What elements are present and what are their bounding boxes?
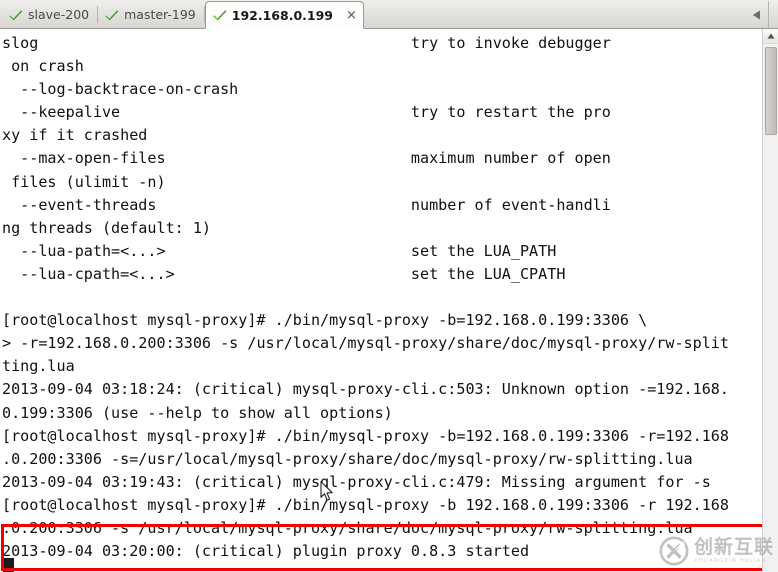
terminal-cursor bbox=[3, 558, 14, 572]
tab-master-199[interactable]: master-199 bbox=[98, 1, 205, 28]
terminal-line: ting.lua bbox=[2, 357, 75, 376]
terminal-line: .0.200:3306 -s=/usr/local/mysql-proxy/sh… bbox=[2, 449, 693, 468]
check-icon bbox=[105, 9, 119, 21]
terminal-line: xy if it crashed bbox=[2, 126, 148, 145]
tab-bar: slave-200 master-199 192.168.0.199 × bbox=[0, 0, 778, 29]
terminal-line: [root@localhost mysql-proxy]# ./bin/mysq… bbox=[2, 426, 729, 445]
scrollbar-thumb[interactable] bbox=[765, 47, 777, 135]
terminal-line: --lua-cpath=<...> set the LUA_CPATH bbox=[2, 264, 566, 283]
terminal-line: --keepalive try to restart the pro bbox=[2, 103, 611, 122]
watermark: 创新互联 CHUANGXIN HULIAN bbox=[659, 536, 774, 566]
terminal-line: [root@localhost mysql-proxy]# ./bin/mysq… bbox=[2, 311, 648, 330]
terminal-line: [root@localhost mysql-proxy]# ./bin/mysq… bbox=[2, 495, 729, 514]
tab-label: slave-200 bbox=[28, 7, 90, 22]
check-icon bbox=[9, 9, 23, 21]
terminal-line: > -r=192.168.0.200:3306 -s /usr/local/my… bbox=[2, 334, 729, 353]
vertical-scrollbar[interactable] bbox=[762, 29, 778, 572]
terminal-line: 2013-09-04 03:19:43: (critical) mysql-pr… bbox=[2, 472, 711, 491]
terminal-line: ng threads (default: 1) bbox=[2, 218, 212, 237]
terminal-text: slog try to invoke debugger on crash --l… bbox=[0, 29, 762, 563]
terminal-output-area[interactable]: slog try to invoke debugger on crash --l… bbox=[0, 29, 778, 572]
circle-x-logo-icon bbox=[659, 536, 689, 566]
terminal-line: 2013-09-04 03:20:00: (critical) plugin p… bbox=[2, 542, 530, 561]
terminal-line: 0.199:3306 (use --help to show all optio… bbox=[2, 403, 393, 422]
terminal-line: --lua-path=<...> set the LUA_PATH bbox=[2, 241, 557, 260]
terminal-line: on crash bbox=[2, 57, 84, 76]
tab-label: 192.168.0.199 bbox=[231, 7, 333, 23]
scrollbar-up-button[interactable] bbox=[763, 29, 778, 44]
tab-bar-right-edge bbox=[768, 1, 778, 28]
watermark-en-text: CHUANGXIN HULIAN bbox=[693, 557, 767, 564]
check-icon bbox=[213, 9, 227, 21]
terminal-line: --log-backtrace-on-crash bbox=[2, 80, 239, 99]
tab-close-icon[interactable]: × bbox=[346, 9, 357, 22]
terminal-line: --max-open-files maximum number of open bbox=[2, 149, 611, 168]
tab-label: master-199 bbox=[124, 7, 196, 22]
terminal-line: .0.200:3306 -s /usr/local/mysql-proxy/sh… bbox=[2, 518, 693, 537]
tab-slave-200[interactable]: slave-200 bbox=[2, 1, 99, 28]
terminal-window: slave-200 master-199 192.168.0.199 × slo… bbox=[0, 0, 778, 572]
triangle-left-icon bbox=[752, 10, 760, 19]
tab-scroll-left-button[interactable] bbox=[744, 1, 768, 28]
triangle-up-icon bbox=[767, 33, 775, 39]
watermark-cn-text: 创新互联 bbox=[693, 535, 774, 558]
terminal-line: slog try to invoke debugger bbox=[2, 34, 611, 52]
terminal-line: --event-threads number of event-handli bbox=[2, 195, 611, 214]
tab-192-168-0-199[interactable]: 192.168.0.199 × bbox=[204, 1, 364, 29]
terminal-line: 2013-09-04 03:18:24: (critical) mysql-pr… bbox=[2, 380, 729, 399]
terminal-line: files (ulimit -n) bbox=[2, 172, 166, 191]
watermark-text: 创新互联 CHUANGXIN HULIAN bbox=[693, 535, 774, 564]
